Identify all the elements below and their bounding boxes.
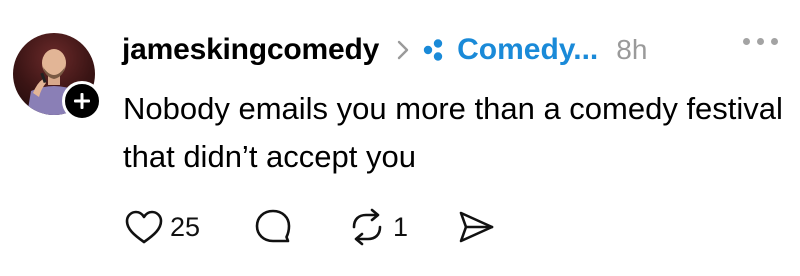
reply-button[interactable]: [253, 207, 293, 247]
username[interactable]: jameskingcomedy: [122, 33, 379, 67]
community-icon: [423, 39, 447, 61]
share-icon: [459, 211, 494, 243]
repost-button[interactable]: 1: [347, 207, 408, 247]
avatar-container: [13, 33, 102, 121]
post: jameskingcomedy Comedy... 8h Nobody emai…: [0, 0, 800, 276]
post-header: jameskingcomedy Comedy... 8h: [122, 26, 792, 74]
share-button[interactable]: [456, 209, 496, 245]
plus-icon: [74, 93, 90, 109]
post-text: Nobody emails you more than a comedy fes…: [123, 91, 783, 174]
post-timestamp: 8h: [616, 34, 648, 65]
follow-button[interactable]: [62, 81, 102, 121]
community-link[interactable]: Comedy...: [457, 33, 598, 67]
chevron-right-icon: [397, 40, 409, 60]
like-count: 25: [170, 211, 201, 242]
repost-icon: [352, 208, 382, 246]
repost-count: 1: [393, 211, 409, 242]
reply-icon: [255, 209, 291, 243]
more-icon[interactable]: [743, 38, 778, 45]
post-actions: 25 1: [124, 207, 496, 247]
like-button[interactable]: 25: [124, 209, 200, 245]
heart-icon: [125, 210, 163, 244]
